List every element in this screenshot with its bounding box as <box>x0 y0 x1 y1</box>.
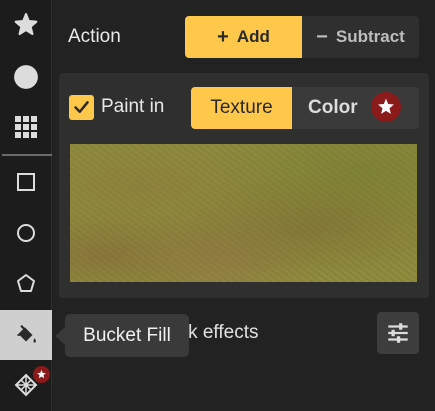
bucket-fill-tool[interactable] <box>0 310 52 360</box>
rail-divider <box>2 154 52 156</box>
tab-texture[interactable]: Texture <box>191 87 292 129</box>
add-label: Add <box>236 27 270 46</box>
polygon-tool[interactable] <box>0 258 52 308</box>
filled-circle-icon <box>14 65 38 89</box>
paint-bucket-icon <box>17 325 36 343</box>
check-icon <box>74 101 89 114</box>
circle-outline-icon <box>17 224 35 242</box>
ellipse-tool[interactable] <box>0 208 52 258</box>
grid-icon <box>15 116 37 138</box>
tab-color-label: Color <box>308 97 358 118</box>
subtract-button[interactable]: − Subtract <box>302 16 419 58</box>
premium-star-icon <box>371 92 401 122</box>
sliders-icon <box>388 323 408 343</box>
paint-in-checkbox[interactable] <box>69 95 94 120</box>
star-stamp-tool[interactable] <box>0 0 52 50</box>
square-outline-icon <box>17 173 35 191</box>
star-badge-icon <box>33 366 50 383</box>
bucket-fill-tooltip: Bucket Fill <box>65 314 189 357</box>
circle-brush-tool[interactable] <box>0 52 52 102</box>
rectangle-tool[interactable] <box>0 157 52 207</box>
add-button[interactable]: + Add <box>185 16 302 58</box>
texture-preview[interactable] <box>70 144 417 282</box>
grid-tool[interactable] <box>0 102 52 152</box>
subtract-label: Subtract <box>335 27 405 46</box>
minus-icon: − <box>316 25 328 48</box>
plus-icon: + <box>217 25 229 48</box>
pentagon-outline-icon <box>17 274 35 292</box>
star-icon <box>14 13 38 36</box>
tool-rail <box>0 0 52 411</box>
mask-settings-button[interactable] <box>377 312 419 354</box>
action-label: Action <box>68 26 121 47</box>
paint-in-label: Paint in <box>101 96 165 117</box>
tooltip-arrow <box>55 327 65 345</box>
